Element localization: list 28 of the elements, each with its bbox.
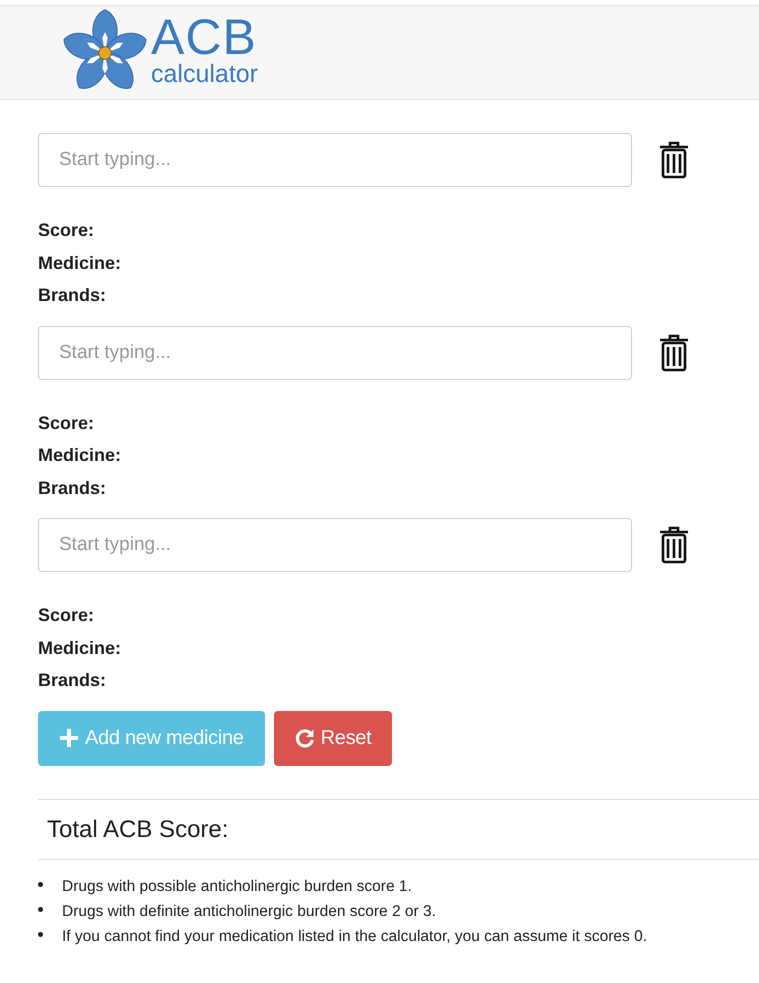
note-text: Drugs with possible anticholinergic burden score 1. xyxy=(62,878,412,894)
refresh-icon xyxy=(294,728,315,748)
medicine-search-field[interactable]: Start typing... xyxy=(38,326,632,380)
medicine-label: Medicine: xyxy=(38,444,122,467)
score-label: Score: xyxy=(38,219,96,242)
brands-label: Brands: xyxy=(38,476,108,500)
medicine-label: Medicine: xyxy=(38,636,122,660)
reset-button[interactable]: Reset xyxy=(274,710,392,766)
brands-label: Brands: xyxy=(38,284,108,307)
medicine-search-field[interactable]: Start typing... xyxy=(38,518,632,572)
logo-title: ACB xyxy=(151,12,257,60)
trash-icon[interactable] xyxy=(657,141,691,179)
plus-icon xyxy=(59,728,79,748)
note-text: If you cannot find your medication listed in the calculator, you can assume it scores 0. xyxy=(62,928,648,944)
score-label: Score: xyxy=(38,412,96,434)
bullet-dot xyxy=(38,882,43,888)
medicine-search-field[interactable]: Start typing... xyxy=(38,133,632,187)
trash-icon[interactable] xyxy=(657,526,691,564)
score-label: Score: xyxy=(38,604,96,627)
logo-subtitle: calculator xyxy=(151,60,258,86)
bullet-dot xyxy=(38,907,43,912)
trash-icon[interactable] xyxy=(657,334,691,372)
note-text: Drugs with definite anticholinergic burden score 2 or 3. xyxy=(62,902,436,920)
add-medicine-button[interactable]: Add new medicine xyxy=(38,710,265,766)
brands-label: Brands: xyxy=(38,669,108,692)
bullet-dot xyxy=(38,932,43,938)
total-score-label: Total ACB Score: xyxy=(46,814,230,844)
medicine-label: Medicine: xyxy=(38,252,122,274)
